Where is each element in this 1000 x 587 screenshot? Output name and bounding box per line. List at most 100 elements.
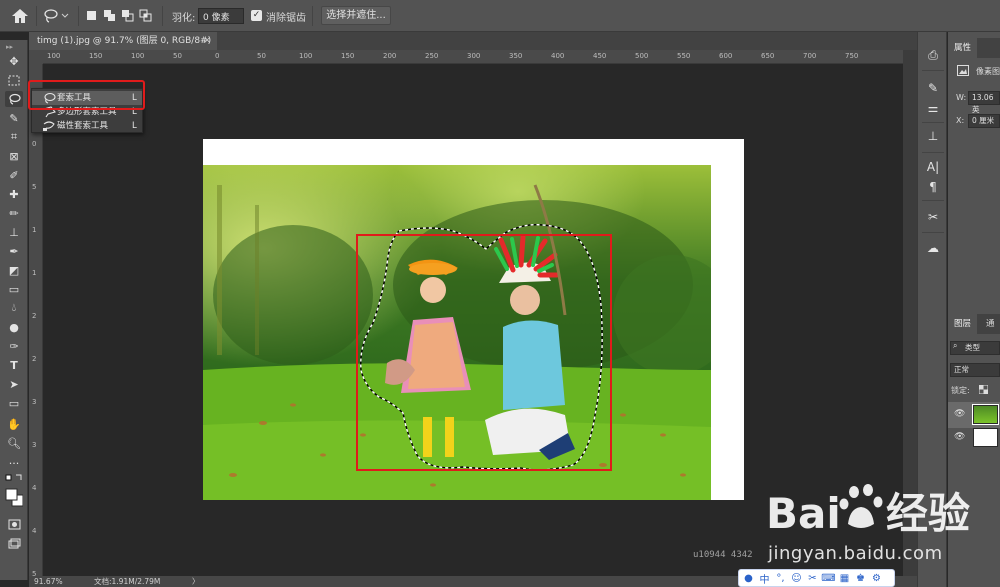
path-selection-tool-icon[interactable]: ➤ bbox=[5, 376, 23, 392]
ime-logo-icon[interactable]: ● bbox=[742, 572, 755, 585]
ime-emoji-icon[interactable]: ☺ bbox=[790, 572, 803, 585]
search-icon: ⌕ bbox=[953, 341, 958, 350]
lasso-tool-icon[interactable] bbox=[5, 91, 23, 107]
ruler-tick-label: 100 bbox=[299, 52, 313, 60]
ruler-tick-label: 150 bbox=[89, 52, 103, 60]
flyout-item-shortcut: L bbox=[132, 121, 137, 131]
hand-tool-icon[interactable]: ✋ bbox=[5, 416, 23, 432]
zoom-tool-icon[interactable]: 🔍︎ bbox=[5, 435, 23, 451]
blend-mode-select[interactable]: 正常 bbox=[950, 363, 1000, 377]
magnetic-lasso-icon bbox=[43, 121, 55, 131]
ruler-tick-label: 150 bbox=[341, 52, 355, 60]
character-icon[interactable]: A| bbox=[925, 159, 941, 175]
clone-source-icon[interactable]: ⊥ bbox=[925, 128, 941, 144]
ruler-tick-label: 100 bbox=[131, 52, 145, 60]
document-canvas[interactable] bbox=[203, 139, 744, 500]
horizontal-ruler[interactable]: 100 150 100 50 0 50 100 150 200 250 300 350 400 450 50… bbox=[43, 50, 903, 64]
dodge-tool-icon[interactable]: ● bbox=[5, 319, 23, 335]
foreground-background-color[interactable] bbox=[5, 487, 23, 509]
ime-scissors-icon[interactable]: ✂ bbox=[806, 572, 819, 585]
move-tool-icon[interactable]: ✥ bbox=[5, 53, 23, 69]
ruler-tick-label: 200 bbox=[383, 52, 397, 60]
pen-tool-icon[interactable]: ✑ bbox=[5, 338, 23, 354]
type-tool-icon[interactable]: T bbox=[5, 357, 23, 373]
visibility-eye-icon[interactable]: 👁︎ bbox=[954, 409, 965, 419]
ruler-tick-label: 50 bbox=[257, 52, 266, 60]
panel-grip-icon[interactable]: ▸▸ bbox=[6, 43, 13, 51]
ruler-tick-label: 3 bbox=[32, 398, 37, 406]
brush-settings-icon[interactable]: ✎ bbox=[925, 80, 941, 96]
healing-brush-tool-icon[interactable]: ✚ bbox=[5, 186, 23, 202]
width-label: W: bbox=[956, 93, 967, 102]
gradient-tool-icon[interactable]: ▭ bbox=[5, 281, 23, 297]
ime-toolbar: ● 中 °, ☺ ✂ ⌨ ▦ ♚ ⚙ bbox=[738, 569, 895, 587]
feather-label: 羽化: bbox=[172, 13, 196, 24]
clone-stamp-tool-icon[interactable]: ⊥ bbox=[5, 224, 23, 240]
screen-mode-icon[interactable] bbox=[5, 535, 23, 551]
add-to-selection-icon[interactable] bbox=[103, 9, 116, 22]
vertical-ruler[interactable]: 05112233445 bbox=[29, 64, 43, 576]
intersect-selection-icon[interactable] bbox=[139, 9, 152, 22]
new-selection-icon[interactable] bbox=[85, 9, 98, 22]
layer-thumbnail bbox=[973, 428, 998, 447]
tab-channels[interactable]: 通 bbox=[980, 314, 1000, 334]
ruler-corner[interactable] bbox=[29, 50, 43, 64]
ruler-tick-label: 4 bbox=[32, 484, 37, 492]
x-field[interactable]: 0 厘米 bbox=[968, 114, 1000, 128]
pixel-layer-label: 像素图 bbox=[976, 67, 1000, 76]
quick-mask-icon[interactable] bbox=[5, 516, 23, 532]
layer-row-1[interactable]: 👁︎ bbox=[948, 425, 1000, 451]
pixel-layer-icon bbox=[957, 65, 969, 76]
more-tools-icon[interactable]: ··· bbox=[5, 455, 23, 471]
eraser-tool-icon[interactable]: ◩ bbox=[5, 262, 23, 278]
close-icon[interactable]: × bbox=[203, 32, 211, 50]
ruler-tick-label: 350 bbox=[509, 52, 523, 60]
layer-filter-field[interactable]: 类型 bbox=[950, 341, 1000, 355]
ruler-tick-label: 300 bbox=[467, 52, 481, 60]
ruler-tick-label: 50 bbox=[173, 52, 182, 60]
ruler-tick-label: 0 bbox=[215, 52, 220, 60]
crop-tool-icon[interactable]: ⌗ bbox=[5, 129, 23, 145]
ime-keyboard-icon[interactable]: ⌨ bbox=[821, 572, 835, 585]
tool-preset-picker[interactable] bbox=[40, 6, 72, 26]
ime-settings-icon[interactable]: ⚙ bbox=[870, 572, 883, 585]
photo-layer[interactable] bbox=[203, 165, 711, 500]
visibility-eye-icon[interactable]: 👁︎ bbox=[954, 432, 965, 442]
marquee-tool-icon[interactable] bbox=[5, 72, 23, 88]
ruler-tick-label: 1 bbox=[32, 226, 37, 234]
ime-skin-icon[interactable]: ♚ bbox=[854, 572, 867, 585]
quick-selection-tool-icon[interactable]: ✎ bbox=[5, 110, 23, 126]
frame-tool-icon[interactable]: ⊠ bbox=[5, 148, 23, 164]
tab-layers[interactable]: 图层 bbox=[948, 314, 978, 334]
brush-tool-icon[interactable]: ✏ bbox=[5, 205, 23, 221]
libraries-icon[interactable]: ☁ bbox=[925, 240, 941, 256]
status-menu-arrow[interactable]: 〉 bbox=[192, 576, 200, 587]
adjustments-icon[interactable]: ⚌ bbox=[925, 100, 941, 116]
options-bar: 羽化: 0 像素 ✓ 消除锯齿 选择并遮住... bbox=[0, 0, 1000, 32]
layer-filter-value: 类型 bbox=[965, 343, 980, 352]
antialias-checkbox[interactable]: ✓ bbox=[251, 10, 262, 21]
flyout-item-magnetic-lasso[interactable]: 磁性套索工具 L bbox=[32, 119, 142, 133]
width-field[interactable]: 13.06 英 bbox=[968, 91, 1000, 114]
home-icon[interactable] bbox=[10, 7, 30, 25]
lock-transparency-icon[interactable] bbox=[979, 385, 988, 394]
history-brush-tool-icon[interactable]: ✒ bbox=[5, 243, 23, 259]
tool-presets-icon[interactable]: ✂ bbox=[925, 209, 941, 225]
ime-punctuation-icon[interactable]: °, bbox=[774, 572, 787, 585]
eyedropper-tool-icon[interactable]: ✐ bbox=[5, 167, 23, 183]
rectangle-tool-icon[interactable]: ▭ bbox=[5, 395, 23, 411]
blur-tool-icon[interactable]: 💧︎ bbox=[5, 300, 23, 316]
select-and-mask-button[interactable]: 选择并遮住... bbox=[321, 6, 391, 25]
tab-properties[interactable]: 属性 bbox=[948, 38, 978, 58]
ime-grid-icon[interactable]: ▦ bbox=[838, 572, 851, 585]
document-tab-bar: timg (1).jpg @ 91.7% (图层 0, RGB/8#) * × bbox=[29, 32, 917, 64]
history-icon[interactable]: ⎙ bbox=[925, 47, 941, 63]
paragraph-icon[interactable]: ¶ bbox=[925, 179, 941, 195]
divider bbox=[312, 6, 313, 26]
feather-input[interactable]: 0 像素 bbox=[198, 8, 244, 24]
zoom-level[interactable]: 91.67% bbox=[34, 576, 63, 587]
properties-panel-header: 属性 bbox=[948, 38, 1000, 58]
ime-chinese-mode-icon[interactable]: 中 bbox=[758, 572, 771, 586]
document-tab[interactable]: timg (1).jpg @ 91.7% (图层 0, RGB/8#) * × bbox=[29, 32, 217, 64]
subtract-from-selection-icon[interactable] bbox=[121, 9, 134, 22]
